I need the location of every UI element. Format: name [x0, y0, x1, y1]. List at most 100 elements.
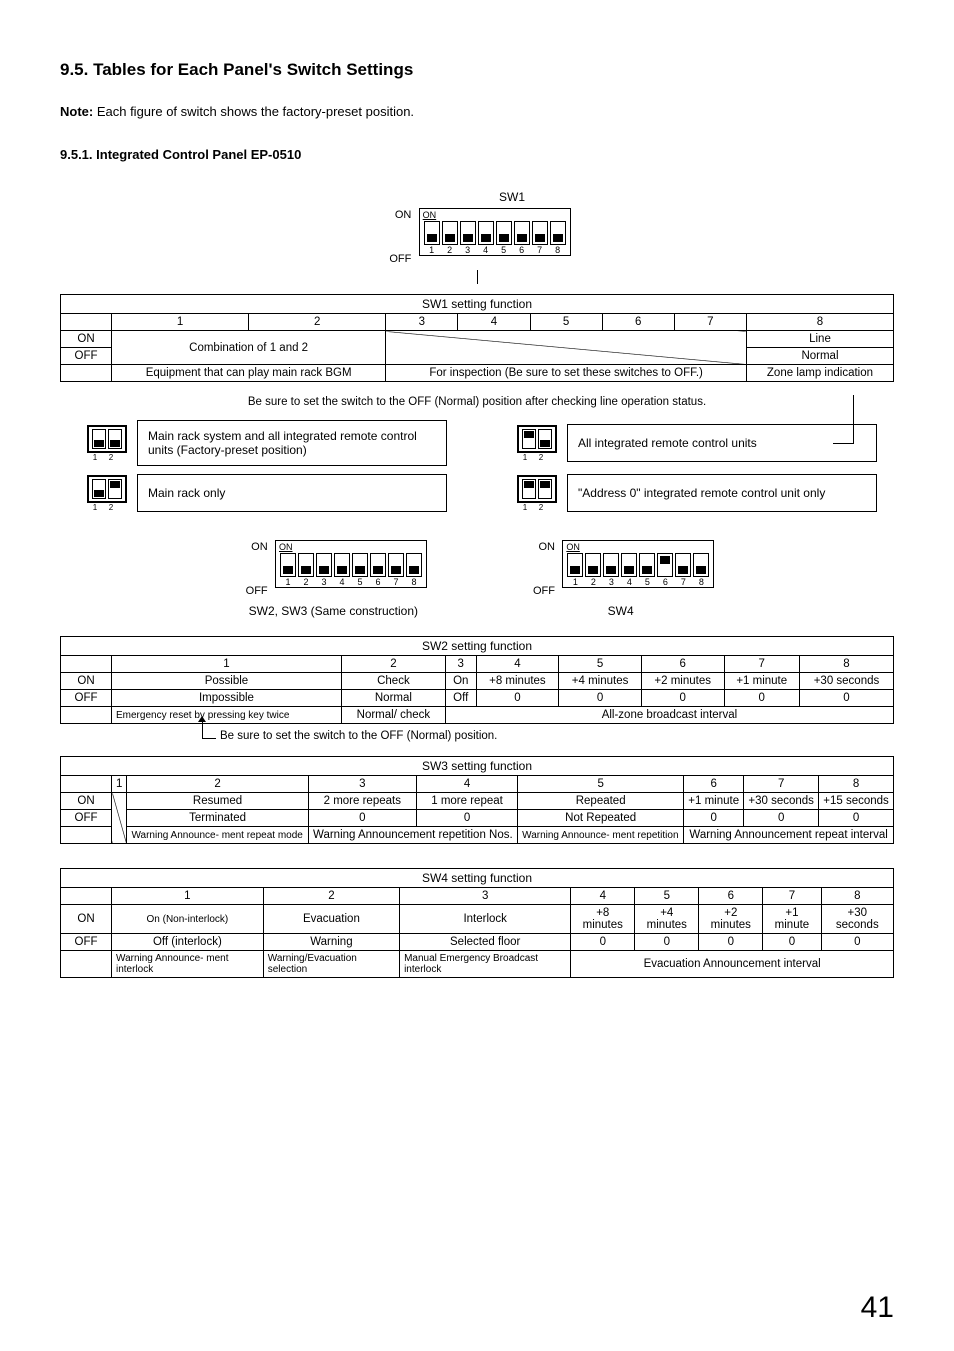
dip-switch-1: [567, 553, 583, 577]
mini-dip-1a: 12: [87, 425, 127, 462]
c: 6: [699, 888, 763, 905]
sw4-title: SW4 setting function: [61, 869, 894, 888]
sw2-col1: 1: [112, 656, 342, 673]
c: 0: [476, 690, 559, 707]
mini-row-1: 12 Main rack system and all integrated r…: [77, 420, 877, 466]
sw2-col8: 8: [799, 656, 893, 673]
dip-off-label-3: OFF: [527, 586, 559, 597]
dip-switch-1: [280, 553, 296, 577]
sw2-on: ON: [61, 673, 112, 690]
sw1-table-title: SW1 setting function: [61, 295, 894, 314]
sw1-diag: [386, 331, 747, 365]
c: 1 more repeat: [416, 793, 517, 810]
blank2: [61, 365, 112, 382]
dip-switch-6: [514, 221, 530, 245]
sw1-note: Be sure to set the switch to the OFF (No…: [60, 396, 894, 408]
sw1-line: Line: [746, 331, 893, 348]
c: 3: [400, 888, 571, 905]
c: 0: [641, 690, 724, 707]
sw3-off: OFF: [61, 810, 112, 827]
dip-switch-8: [693, 553, 709, 577]
sw1-mini-rows: 12 Main rack system and all integrated r…: [77, 420, 877, 512]
sw2-col3: 3: [445, 656, 476, 673]
c: 0: [763, 934, 821, 951]
sw3-title: SW3 setting function: [61, 757, 894, 776]
note-label: Note:: [60, 104, 93, 119]
col-8: 8: [746, 314, 893, 331]
sw4-desc-span: Evacuation Announcement interval: [571, 951, 894, 978]
c: +15 seconds: [819, 793, 894, 810]
dip-on-label: ON: [383, 210, 415, 221]
sw1-dip: ON ON 12345678 OFF: [383, 208, 570, 268]
dip-inner-on-2: ON: [279, 543, 423, 552]
c: 1: [112, 776, 127, 793]
sw2-off: OFF: [61, 690, 112, 707]
c: +2 minutes: [699, 905, 763, 934]
dip-switch-8: [406, 553, 422, 577]
dip-switch-5: [639, 553, 655, 577]
dip-switch-7: [532, 221, 548, 245]
c: 0: [724, 690, 799, 707]
dip-switch-2: [298, 553, 314, 577]
sw2-col5: 5: [559, 656, 642, 673]
sw1-title: SW1: [60, 190, 894, 204]
c: 0: [699, 934, 763, 951]
c: +1 minute: [684, 793, 744, 810]
sw23-dip: ON ON 12345678 OFF SW2, SW3 (Same constr…: [240, 540, 427, 618]
subsection-heading: 9.5.1. Integrated Control Panel EP-0510: [60, 147, 894, 162]
note-text: Each figure of switch shows the factory-…: [93, 104, 414, 119]
on-label: ON: [61, 331, 112, 348]
sw3-desc2: Warning Announce- ment repeat mode: [127, 827, 308, 844]
sw3-desc678: Warning Announcement repeat interval: [684, 827, 894, 844]
sw1-table: SW1 setting function 1 2 3 4 5 6 7 8 ON …: [60, 294, 894, 382]
c: 3: [308, 776, 416, 793]
dip-switch-4: [621, 553, 637, 577]
c: 8: [821, 888, 893, 905]
c: 0: [308, 810, 416, 827]
dip-off-label-2: OFF: [240, 586, 272, 597]
c: 2: [127, 776, 308, 793]
col-6: 6: [602, 314, 674, 331]
sw2-desc2: Normal/ check: [341, 707, 445, 724]
sw2-col7: 7: [724, 656, 799, 673]
mini-dip-2b: 12: [517, 475, 557, 512]
sw2-col6: 6: [641, 656, 724, 673]
sw3-desc34: Warning Announcement repetition Nos.: [308, 827, 518, 844]
sw3-table: SW3 setting function 12345678 ON Resumed…: [60, 756, 894, 844]
sw2-col2: 2: [341, 656, 445, 673]
c: 2: [263, 888, 399, 905]
col-4: 4: [458, 314, 530, 331]
mini-row-2: 12 Main rack only 12 "Address 0" integra…: [77, 474, 877, 512]
mini-text-1a: Main rack system and all integrated remo…: [137, 420, 447, 466]
off-label: OFF: [61, 348, 112, 365]
sw4-desc1: Warning Announce- ment interlock: [112, 951, 264, 978]
c: 1: [112, 888, 264, 905]
dip-switch-2: [585, 553, 601, 577]
c: 0: [571, 934, 635, 951]
sw2-foot-text: Be sure to set the switch to the OFF (No…: [220, 730, 497, 742]
dip-switch-6: [657, 553, 673, 577]
c: 5: [518, 776, 684, 793]
sw1-normal: Normal: [746, 348, 893, 365]
dip-inner-on: ON: [423, 211, 567, 220]
dip-switch-1: [424, 221, 440, 245]
sw23-caption: SW2, SW3 (Same construction): [240, 604, 427, 618]
sw2-title: SW2 setting function: [61, 637, 894, 656]
col-3: 3: [386, 314, 458, 331]
c: +30 seconds: [744, 793, 819, 810]
sw4-desc2: Warning/Evacuation selection: [263, 951, 399, 978]
dip-switch-5: [496, 221, 512, 245]
c: 0: [799, 690, 893, 707]
sw1-zone: Zone lamp indication: [746, 365, 893, 382]
dip-switch-2: [442, 221, 458, 245]
c: Impossible: [112, 690, 342, 707]
dip-on-label-2: ON: [240, 542, 272, 553]
sw4-caption: SW4: [527, 604, 714, 618]
c: 0: [819, 810, 894, 827]
c: +4 minutes: [559, 673, 642, 690]
c: Selected floor: [400, 934, 571, 951]
c: +1 minute: [724, 673, 799, 690]
arrow-hook: [833, 395, 854, 444]
c: Off (interlock): [112, 934, 264, 951]
dip-body: ON 12345678: [419, 208, 571, 256]
